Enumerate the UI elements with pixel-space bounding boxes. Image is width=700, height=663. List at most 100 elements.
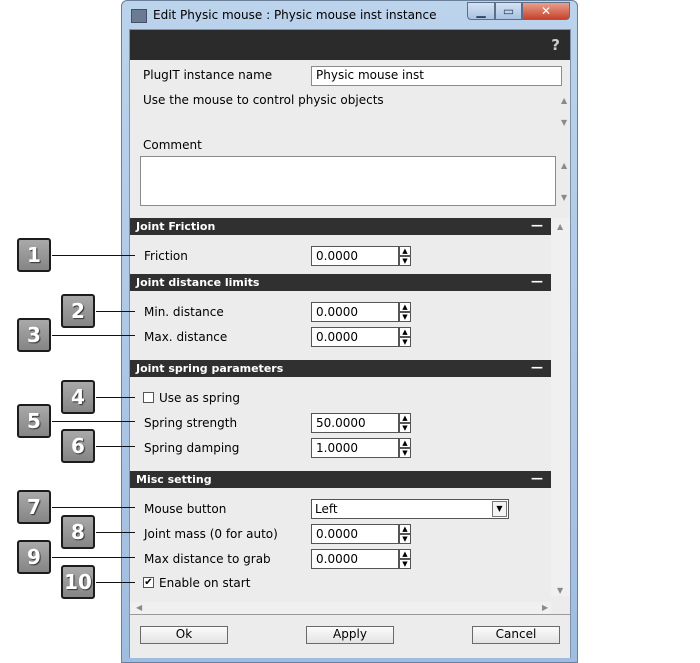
edit-dialog-window: Edit Physic mouse : Physic mouse inst in… [121, 0, 578, 663]
callout-line [96, 446, 135, 447]
spin-down-icon[interactable]: ▼ [399, 423, 411, 433]
description-scroll-up-icon[interactable]: ▲ [561, 96, 567, 105]
minimize-button[interactable]: ▁ [467, 2, 495, 20]
callout-badge: 3 [17, 318, 51, 352]
section-title: Joint distance limits [136, 276, 260, 289]
comment-label: Comment [143, 138, 202, 152]
spin-up-icon[interactable]: ▲ [399, 413, 411, 423]
dialog-client-area: ? PlugIT instance name Physic mouse inst… [129, 29, 571, 658]
spring-damping-label: Spring damping [144, 441, 240, 455]
spin-up-icon[interactable]: ▲ [399, 524, 411, 534]
callout-badge: 2 [61, 294, 95, 328]
callout-line [96, 532, 135, 533]
collapse-icon[interactable]: — [531, 471, 543, 485]
ok-button[interactable]: Ok [140, 626, 228, 644]
max-distance-label: Max. distance [144, 330, 228, 344]
callout-line [96, 311, 135, 312]
spring-strength-spinbox[interactable]: 50.0000 ▲ ▼ [311, 413, 411, 433]
spring-damping-spinbox[interactable]: 1.0000 ▲ ▼ [311, 438, 411, 458]
help-icon[interactable]: ? [551, 36, 560, 54]
panel-horizontal-scrollbar[interactable]: ◀ ▶ [130, 602, 551, 614]
collapse-icon[interactable]: — [531, 218, 543, 232]
callout-badge: 10 [61, 565, 95, 599]
callout-badge: 5 [17, 404, 51, 438]
callout-line [52, 335, 135, 336]
spin-up-icon[interactable]: ▲ [399, 327, 411, 337]
spin-down-icon[interactable]: ▼ [399, 559, 411, 569]
spin-down-icon[interactable]: ▼ [399, 534, 411, 544]
panel-vertical-scrollbar[interactable]: ▲ ▼ [551, 218, 570, 596]
callout-badge: 9 [17, 540, 51, 574]
app-icon [131, 9, 147, 23]
chevron-down-icon[interactable]: ▼ [492, 501, 507, 517]
scroll-up-icon[interactable]: ▲ [557, 222, 563, 231]
section-title: Misc setting [136, 473, 212, 486]
section-title: Joint Friction [136, 220, 216, 233]
header-bar: ? [130, 30, 570, 60]
comment-scroll-down-icon[interactable]: ▼ [561, 193, 567, 202]
callout-line [96, 582, 135, 583]
collapse-icon[interactable]: — [531, 360, 543, 374]
spin-up-icon[interactable]: ▲ [399, 549, 411, 559]
mouse-button-dropdown[interactable]: Left ▼ [311, 499, 509, 519]
scroll-left-icon[interactable]: ◀ [136, 603, 142, 612]
callout-line [52, 507, 135, 508]
min-distance-label: Min. distance [144, 305, 224, 319]
spin-down-icon[interactable]: ▼ [399, 448, 411, 458]
section-joint-spring-parameters[interactable]: Joint spring parameters — [130, 360, 551, 377]
friction-value[interactable]: 0.0000 [311, 246, 399, 266]
instance-name-label: PlugIT instance name [143, 68, 273, 82]
callout-line [52, 557, 135, 558]
callout-line [52, 255, 135, 256]
spin-down-icon[interactable]: ▼ [399, 312, 411, 322]
section-title: Joint spring parameters [136, 362, 284, 375]
min-distance-value[interactable]: 0.0000 [311, 302, 399, 322]
spring-strength-value[interactable]: 50.0000 [311, 413, 399, 433]
max-grab-distance-spinbox[interactable]: 0.0000 ▲ ▼ [311, 549, 411, 569]
comment-textarea[interactable] [140, 156, 556, 206]
joint-mass-spinbox[interactable]: 0.0000 ▲ ▼ [311, 524, 411, 544]
joint-mass-label: Joint mass (0 for auto) [144, 527, 278, 541]
callout-line [96, 397, 135, 398]
section-misc-setting[interactable]: Misc setting — [130, 471, 551, 488]
enable-on-start-label: Enable on start [159, 576, 251, 590]
section-joint-distance-limits[interactable]: Joint distance limits — [130, 274, 551, 291]
spin-up-icon[interactable]: ▲ [399, 302, 411, 312]
callout-badge: 6 [61, 429, 95, 463]
callout-badge: 4 [61, 380, 95, 414]
title-bar[interactable]: Edit Physic mouse : Physic mouse inst in… [122, 1, 577, 29]
callout-badge: 7 [17, 490, 51, 524]
enable-on-start-checkbox[interactable]: ✔ [143, 577, 154, 588]
spring-damping-value[interactable]: 1.0000 [311, 438, 399, 458]
mouse-button-label: Mouse button [144, 502, 227, 516]
friction-spinbox[interactable]: 0.0000 ▲ ▼ [311, 246, 411, 266]
close-button[interactable]: ✕ [522, 2, 570, 20]
use-as-spring-label: Use as spring [159, 391, 241, 405]
comment-scroll-up-icon[interactable]: ▲ [561, 161, 567, 170]
scroll-down-icon[interactable]: ▼ [557, 586, 563, 595]
joint-mass-value[interactable]: 0.0000 [311, 524, 399, 544]
section-joint-friction[interactable]: Joint Friction — [130, 218, 551, 235]
use-as-spring-checkbox[interactable] [143, 392, 154, 403]
callout-badge: 1 [17, 238, 51, 272]
max-grab-distance-label: Max distance to grab [144, 552, 271, 566]
scroll-right-icon[interactable]: ▶ [542, 603, 548, 612]
friction-label: Friction [144, 249, 188, 263]
max-distance-spinbox[interactable]: 0.0000 ▲ ▼ [311, 327, 411, 347]
maximize-button[interactable]: ▭ [495, 2, 522, 20]
spin-up-icon[interactable]: ▲ [399, 246, 411, 256]
apply-button[interactable]: Apply [306, 626, 394, 644]
spin-up-icon[interactable]: ▲ [399, 438, 411, 448]
spin-down-icon[interactable]: ▼ [399, 256, 411, 266]
max-distance-value[interactable]: 0.0000 [311, 327, 399, 347]
spin-down-icon[interactable]: ▼ [399, 337, 411, 347]
window-title: Edit Physic mouse : Physic mouse inst in… [153, 8, 437, 22]
spring-strength-label: Spring strength [144, 416, 238, 430]
description-scroll-down-icon[interactable]: ▼ [561, 118, 567, 127]
min-distance-spinbox[interactable]: 0.0000 ▲ ▼ [311, 302, 411, 322]
cancel-button[interactable]: Cancel [472, 626, 560, 644]
instance-name-input[interactable]: Physic mouse inst [311, 66, 562, 86]
callout-badge: 8 [61, 515, 95, 549]
collapse-icon[interactable]: — [531, 274, 543, 288]
max-grab-distance-value[interactable]: 0.0000 [311, 549, 399, 569]
